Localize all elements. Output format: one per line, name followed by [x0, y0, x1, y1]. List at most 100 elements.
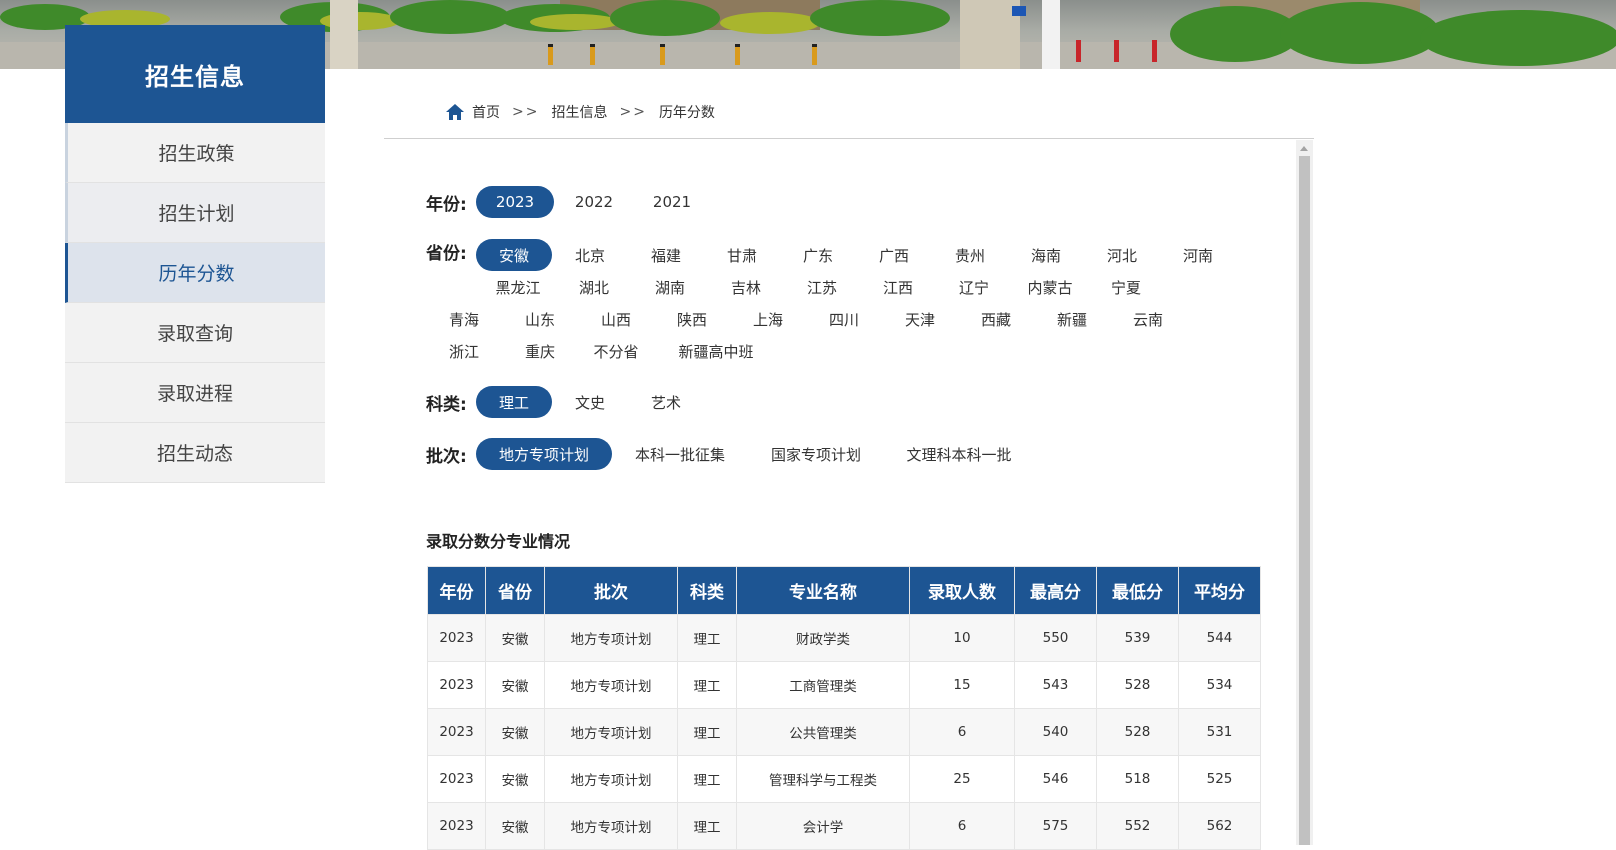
table-cell: 544 [1178, 614, 1261, 662]
province-option[interactable]: 湖南 [632, 271, 708, 303]
year-option-2023[interactable]: 2023 [476, 186, 554, 218]
banner-bush [390, 0, 510, 34]
province-option[interactable]: 甘肃 [704, 239, 780, 271]
scroll-up-arrow-icon[interactable] [1300, 146, 1308, 151]
province-option[interactable]: 广西 [856, 239, 932, 271]
column-header-min-score: 最低分 [1096, 566, 1179, 615]
batch-option-national-special[interactable]: 国家专项计划 [748, 438, 884, 470]
province-option[interactable]: 内蒙古 [1012, 271, 1088, 303]
province-option[interactable]: 福建 [628, 239, 704, 271]
sidebar-item-admission-news[interactable]: 招生动态 [65, 423, 325, 483]
province-option[interactable]: 江苏 [784, 271, 860, 303]
breadcrumb-admission-info[interactable]: 招生信息 [551, 102, 607, 122]
column-header-subject: 科类 [677, 566, 737, 615]
table-cell: 2023 [427, 802, 486, 850]
province-option[interactable]: 重庆 [502, 335, 578, 367]
province-option[interactable]: 江西 [860, 271, 936, 303]
province-option[interactable]: 陕西 [654, 303, 730, 335]
breadcrumb-separator: >> [619, 104, 647, 120]
province-option[interactable]: 北京 [552, 239, 628, 271]
table-cell: 管理科学与工程类 [736, 755, 910, 803]
table-cell: 2023 [427, 755, 486, 803]
province-option[interactable]: 青海 [426, 303, 502, 335]
banner-cone [812, 44, 817, 65]
table-cell: 2023 [427, 614, 486, 662]
province-option[interactable]: 贵州 [932, 239, 1008, 271]
table-cell: 550 [1014, 614, 1097, 662]
province-option[interactable]: 山西 [578, 303, 654, 335]
subject-filter-label: 科类: [426, 394, 467, 415]
province-option[interactable]: 辽宁 [936, 271, 1012, 303]
batch-option-first-batch[interactable]: 文理科本科一批 [884, 438, 1034, 470]
batch-option-local-special[interactable]: 地方专项计划 [476, 438, 612, 470]
year-option-2022[interactable]: 2022 [555, 186, 633, 218]
scrollbar-thumb[interactable] [1299, 156, 1310, 845]
table-cell: 地方专项计划 [544, 802, 678, 850]
table-cell: 528 [1096, 708, 1179, 756]
banner-bush [810, 0, 950, 36]
sidebar-item-admission-query[interactable]: 录取查询 [65, 303, 325, 363]
province-option[interactable]: 上海 [730, 303, 806, 335]
year-filter: 年份: 2023 2022 2021 [426, 186, 711, 218]
province-option[interactable]: 四川 [806, 303, 882, 335]
batch-option-first-batch-recruit[interactable]: 本科一批征集 [612, 438, 748, 470]
table-cell: 2023 [427, 708, 486, 756]
sidebar-item-admission-plan[interactable]: 招生计划 [65, 183, 325, 243]
province-option[interactable]: 海南 [1008, 239, 1084, 271]
table-cell: 25 [909, 755, 1015, 803]
table-row: 2023 安徽 地方专项计划 理工 管理科学与工程类 25 546 518 52… [427, 755, 1261, 803]
column-header-province: 省份 [485, 566, 545, 615]
province-option[interactable]: 黑龙江 [480, 271, 556, 303]
table-cell: 公共管理类 [736, 708, 910, 756]
province-option[interactable]: 新疆高中班 [668, 335, 764, 367]
column-header-admitted-count: 录取人数 [909, 566, 1015, 615]
province-option[interactable]: 新疆 [1034, 303, 1110, 335]
table-cell: 理工 [677, 614, 737, 662]
column-header-major: 专业名称 [736, 566, 910, 615]
table-row: 2023 安徽 地方专项计划 理工 工商管理类 15 543 528 534 [427, 661, 1261, 709]
table-cell: 2023 [427, 661, 486, 709]
table-cell: 525 [1178, 755, 1261, 803]
province-option[interactable]: 云南 [1110, 303, 1186, 335]
batch-filter-label: 批次: [426, 446, 467, 467]
table-row: 2023 安徽 地方专项计划 理工 公共管理类 6 540 528 531 [427, 708, 1261, 756]
subject-option-art[interactable]: 艺术 [628, 386, 704, 418]
table-cell: 安徽 [485, 708, 545, 756]
province-option[interactable]: 不分省 [578, 335, 654, 367]
banner-pillar [960, 0, 1020, 69]
province-option[interactable]: 广东 [780, 239, 856, 271]
table-cell: 543 [1014, 661, 1097, 709]
table-cell: 531 [1178, 708, 1261, 756]
score-table: 年份 省份 批次 科类 专业名称 录取人数 最高分 最低分 平均分 2023 安… [427, 566, 1261, 850]
score-table-title: 录取分数分专业情况 [426, 532, 571, 551]
content-scrollbar[interactable] [1296, 140, 1313, 845]
table-cell: 理工 [677, 708, 737, 756]
province-option[interactable]: 天津 [882, 303, 958, 335]
banner-cone [735, 44, 740, 65]
sidebar-item-past-scores[interactable]: 历年分数 [65, 243, 325, 303]
province-option[interactable]: 宁夏 [1088, 271, 1164, 303]
subject-option-science[interactable]: 理工 [476, 386, 552, 418]
table-cell: 地方专项计划 [544, 755, 678, 803]
province-option[interactable]: 西藏 [958, 303, 1034, 335]
banner-cone [660, 44, 665, 65]
content-divider [384, 138, 1314, 139]
table-cell: 10 [909, 614, 1015, 662]
subject-option-liberal-arts[interactable]: 文史 [552, 386, 628, 418]
year-option-2021[interactable]: 2021 [633, 186, 711, 218]
sidebar-item-admission-policy[interactable]: 招生政策 [65, 123, 325, 183]
table-cell: 15 [909, 661, 1015, 709]
home-icon[interactable] [446, 104, 464, 120]
province-option[interactable]: 湖北 [556, 271, 632, 303]
province-option[interactable]: 吉林 [708, 271, 784, 303]
province-option[interactable]: 山东 [502, 303, 578, 335]
table-cell: 528 [1096, 661, 1179, 709]
province-option[interactable]: 安徽 [476, 239, 552, 271]
province-option[interactable]: 浙江 [426, 335, 502, 367]
province-option[interactable]: 河南 [1160, 239, 1236, 271]
province-option[interactable]: 河北 [1084, 239, 1160, 271]
breadcrumb-home[interactable]: 首页 [472, 102, 500, 122]
table-cell: 6 [909, 708, 1015, 756]
column-header-max-score: 最高分 [1014, 566, 1097, 615]
sidebar-item-admission-progress[interactable]: 录取进程 [65, 363, 325, 423]
